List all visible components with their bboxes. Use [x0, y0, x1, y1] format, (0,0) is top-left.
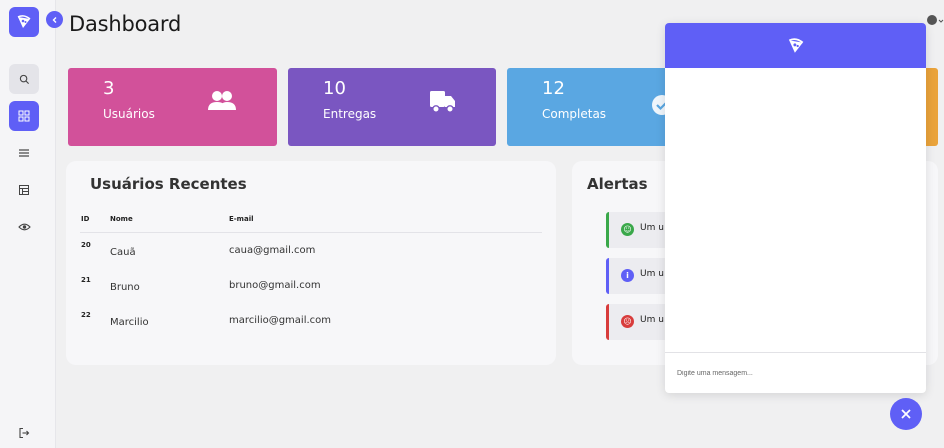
list-icon: [19, 149, 29, 157]
sad-icon: ☹: [621, 315, 634, 328]
logout-button[interactable]: [9, 418, 39, 448]
stat-label: Usuários: [103, 107, 155, 121]
sidebar-item-dashboard[interactable]: [9, 101, 39, 131]
close-icon: [901, 409, 911, 419]
truck-icon: [430, 91, 455, 113]
column-header-email: E-mail: [229, 215, 254, 223]
column-header-id: ID: [81, 215, 90, 223]
smile-icon: ☺: [621, 223, 634, 236]
table-row[interactable]: 20 Cauã caua@gmail.com: [66, 239, 556, 273]
cell-email: marcilio@gmail.com: [229, 315, 332, 326]
recent-users-panel: Usuários Recentes ID Nome E-mail 20 Cauã…: [66, 161, 556, 365]
chat-widget: [665, 23, 926, 393]
cell-id: 21: [81, 276, 91, 284]
cell-email: caua@gmail.com: [229, 245, 316, 256]
chat-close-button[interactable]: [890, 398, 922, 430]
chat-messages[interactable]: [665, 68, 926, 352]
dashboard-icon: [18, 110, 30, 122]
cell-id: 22: [81, 311, 91, 319]
eye-icon: [17, 223, 31, 231]
sidebar-item-table[interactable]: [9, 175, 39, 205]
sidebar-item-list[interactable]: [9, 138, 39, 168]
logout-icon: [19, 427, 30, 439]
pizza-logo-icon: [17, 15, 31, 28]
page-title: Dashboard: [69, 12, 182, 36]
chat-header: [665, 23, 926, 68]
chevron-left-icon: [52, 16, 56, 23]
cell-id: 20: [81, 241, 91, 249]
sidebar-collapse-button[interactable]: [46, 11, 63, 28]
sidebar: [0, 0, 56, 448]
stat-label: Completas: [542, 107, 607, 121]
alert-text: Um u: [640, 269, 664, 279]
table-row[interactable]: 21 Bruno bruno@gmail.com: [66, 274, 556, 308]
table-icon: [19, 185, 29, 195]
cell-name: Bruno: [110, 282, 140, 293]
stat-card-deliveries[interactable]: 10 Entregas: [288, 68, 496, 146]
stat-value: 12: [542, 78, 565, 99]
alert-text: Um u: [640, 223, 664, 233]
cell-name: Cauã: [110, 247, 136, 258]
stat-label: Entregas: [323, 107, 377, 121]
column-header-name: Nome: [110, 215, 133, 223]
sidebar-item-view[interactable]: [9, 212, 39, 242]
cell-email: bruno@gmail.com: [229, 280, 321, 291]
info-icon: i: [621, 269, 634, 282]
chat-footer: [665, 352, 926, 393]
chat-message-input[interactable]: [677, 365, 913, 381]
app-logo[interactable]: [9, 7, 39, 37]
alert-text: Um u: [640, 315, 664, 325]
pizza-logo-icon: [788, 37, 803, 53]
alerts-title: Alertas: [587, 175, 648, 193]
table-header-divider: [80, 232, 542, 233]
stat-value: 3: [103, 78, 115, 99]
stat-value: 10: [323, 78, 346, 99]
search-icon: [19, 74, 29, 84]
table-row[interactable]: 22 Marcilio marcilio@gmail.com: [66, 309, 556, 343]
cell-name: Marcilio: [110, 317, 149, 328]
user-menu[interactable]: [925, 14, 944, 30]
user-avatar-icon: [927, 15, 944, 25]
sidebar-item-search[interactable]: [9, 64, 39, 94]
users-icon: [208, 91, 236, 110]
recent-users-title: Usuários Recentes: [90, 175, 247, 193]
stat-card-users[interactable]: 3 Usuários: [68, 68, 277, 146]
